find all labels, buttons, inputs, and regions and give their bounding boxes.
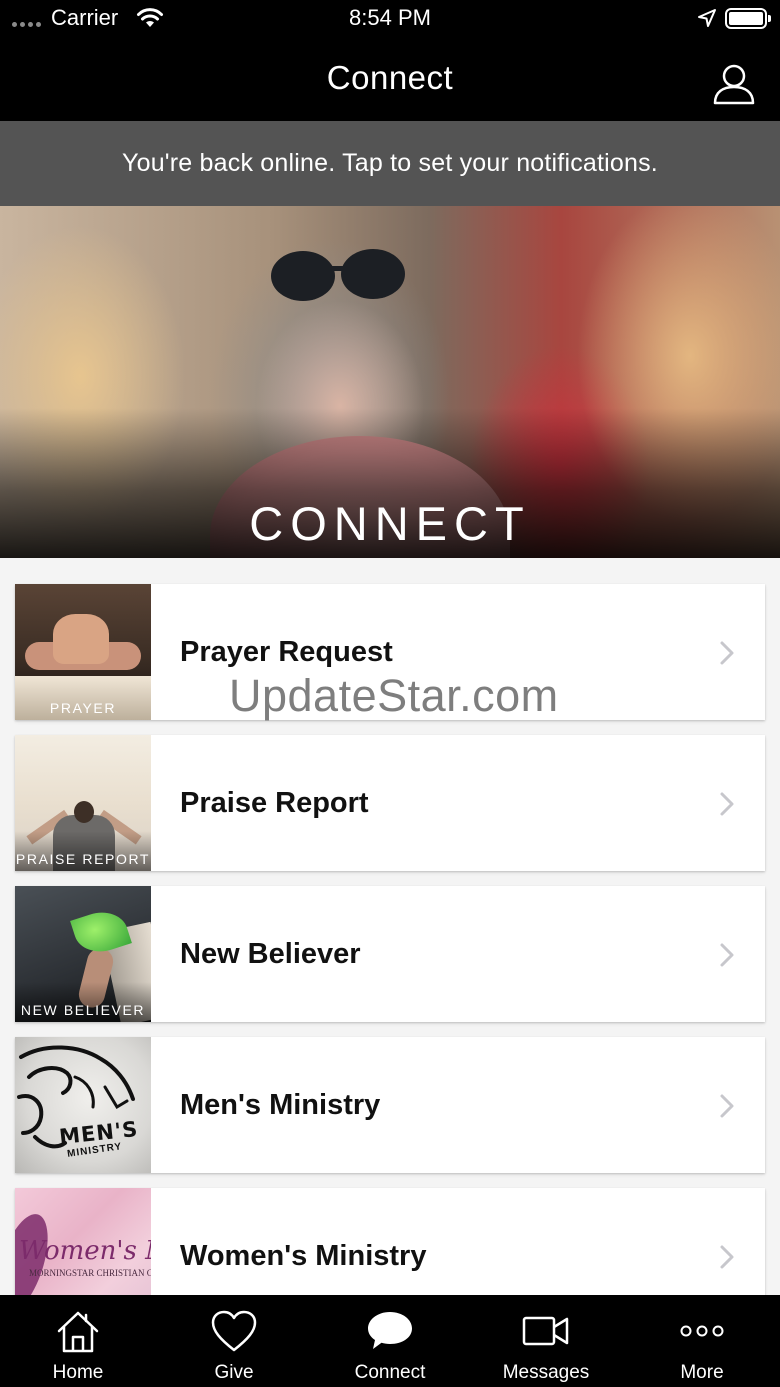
tab-connect[interactable]: Connect bbox=[312, 1295, 468, 1387]
chat-bubble-icon bbox=[368, 1312, 412, 1349]
tab-give[interactable]: Give bbox=[156, 1295, 312, 1387]
list-item-label: New Believer bbox=[180, 938, 361, 970]
more-dots-icon bbox=[680, 1325, 724, 1337]
thumbnail-caption: PRAYER bbox=[49, 700, 117, 716]
list-item-mens-ministry[interactable]: MEN'S MINISTRY Men's Ministry bbox=[15, 1037, 765, 1173]
hero-title: CONNECT bbox=[249, 497, 531, 550]
hero-image: CONNECT bbox=[0, 206, 780, 558]
chevron-right-icon bbox=[720, 1245, 734, 1269]
tab-label: Connect bbox=[354, 1362, 426, 1383]
list-item-label: Praise Report bbox=[180, 787, 369, 819]
chevron-right-icon bbox=[720, 1094, 734, 1118]
thumbnail-caption: PRAISE REPORT bbox=[15, 851, 151, 867]
tab-label: Home bbox=[52, 1362, 104, 1383]
sunglasses-shape bbox=[271, 249, 405, 301]
list-item-praise-report[interactable]: PRAISE REPORT Praise Report bbox=[15, 735, 765, 871]
chevron-right-icon bbox=[720, 792, 734, 816]
person-icon[interactable] bbox=[712, 62, 756, 106]
tab-more[interactable]: More bbox=[624, 1295, 780, 1387]
thumbnail-caption: NEW BELIEVER bbox=[20, 1002, 146, 1018]
tab-bar: Home Give Connect Messages More bbox=[0, 1295, 780, 1387]
praise-thumbnail: PRAISE REPORT bbox=[15, 735, 151, 871]
list-item-prayer-request[interactable]: PRAYER Prayer Request bbox=[15, 584, 765, 720]
thumbnail-subcaption: MORNINGSTAR CHRISTIAN CHA bbox=[29, 1268, 151, 1278]
new-believer-thumbnail: NEW BELIEVER bbox=[15, 886, 151, 1022]
thumbnail-caption: Women's Min bbox=[19, 1236, 151, 1266]
location-arrow-icon bbox=[698, 9, 716, 27]
tab-label: More bbox=[680, 1362, 724, 1383]
chevron-right-icon bbox=[720, 641, 734, 665]
clock: 8:54 PM bbox=[349, 5, 431, 30]
tab-label: Give bbox=[214, 1362, 254, 1383]
home-icon bbox=[57, 1311, 99, 1353]
notification-banner[interactable]: You're back online. Tap to set your noti… bbox=[0, 121, 780, 206]
list-item-label: Men's Ministry bbox=[180, 1089, 381, 1121]
video-camera-icon bbox=[522, 1316, 569, 1346]
tab-label: Messages bbox=[502, 1362, 590, 1383]
tab-home[interactable]: Home bbox=[0, 1295, 156, 1387]
prayer-thumbnail: PRAYER bbox=[15, 584, 151, 720]
status-bar: Carrier 8:54 PM bbox=[0, 0, 780, 40]
list-item-new-believer[interactable]: NEW BELIEVER New Believer bbox=[15, 886, 765, 1022]
chevron-right-icon bbox=[720, 943, 734, 967]
mens-ministry-thumbnail: MEN'S MINISTRY bbox=[15, 1037, 151, 1173]
tab-messages[interactable]: Messages bbox=[468, 1295, 624, 1387]
list-item-label: Prayer Request bbox=[180, 636, 393, 668]
navigation-bar: Connect bbox=[0, 40, 780, 121]
page-title: Connect bbox=[326, 59, 454, 96]
battery-icon bbox=[725, 8, 771, 29]
heart-icon bbox=[211, 1310, 257, 1352]
connect-list: PRAYER Prayer Request PRAISE REPORT Prai… bbox=[15, 584, 765, 1339]
